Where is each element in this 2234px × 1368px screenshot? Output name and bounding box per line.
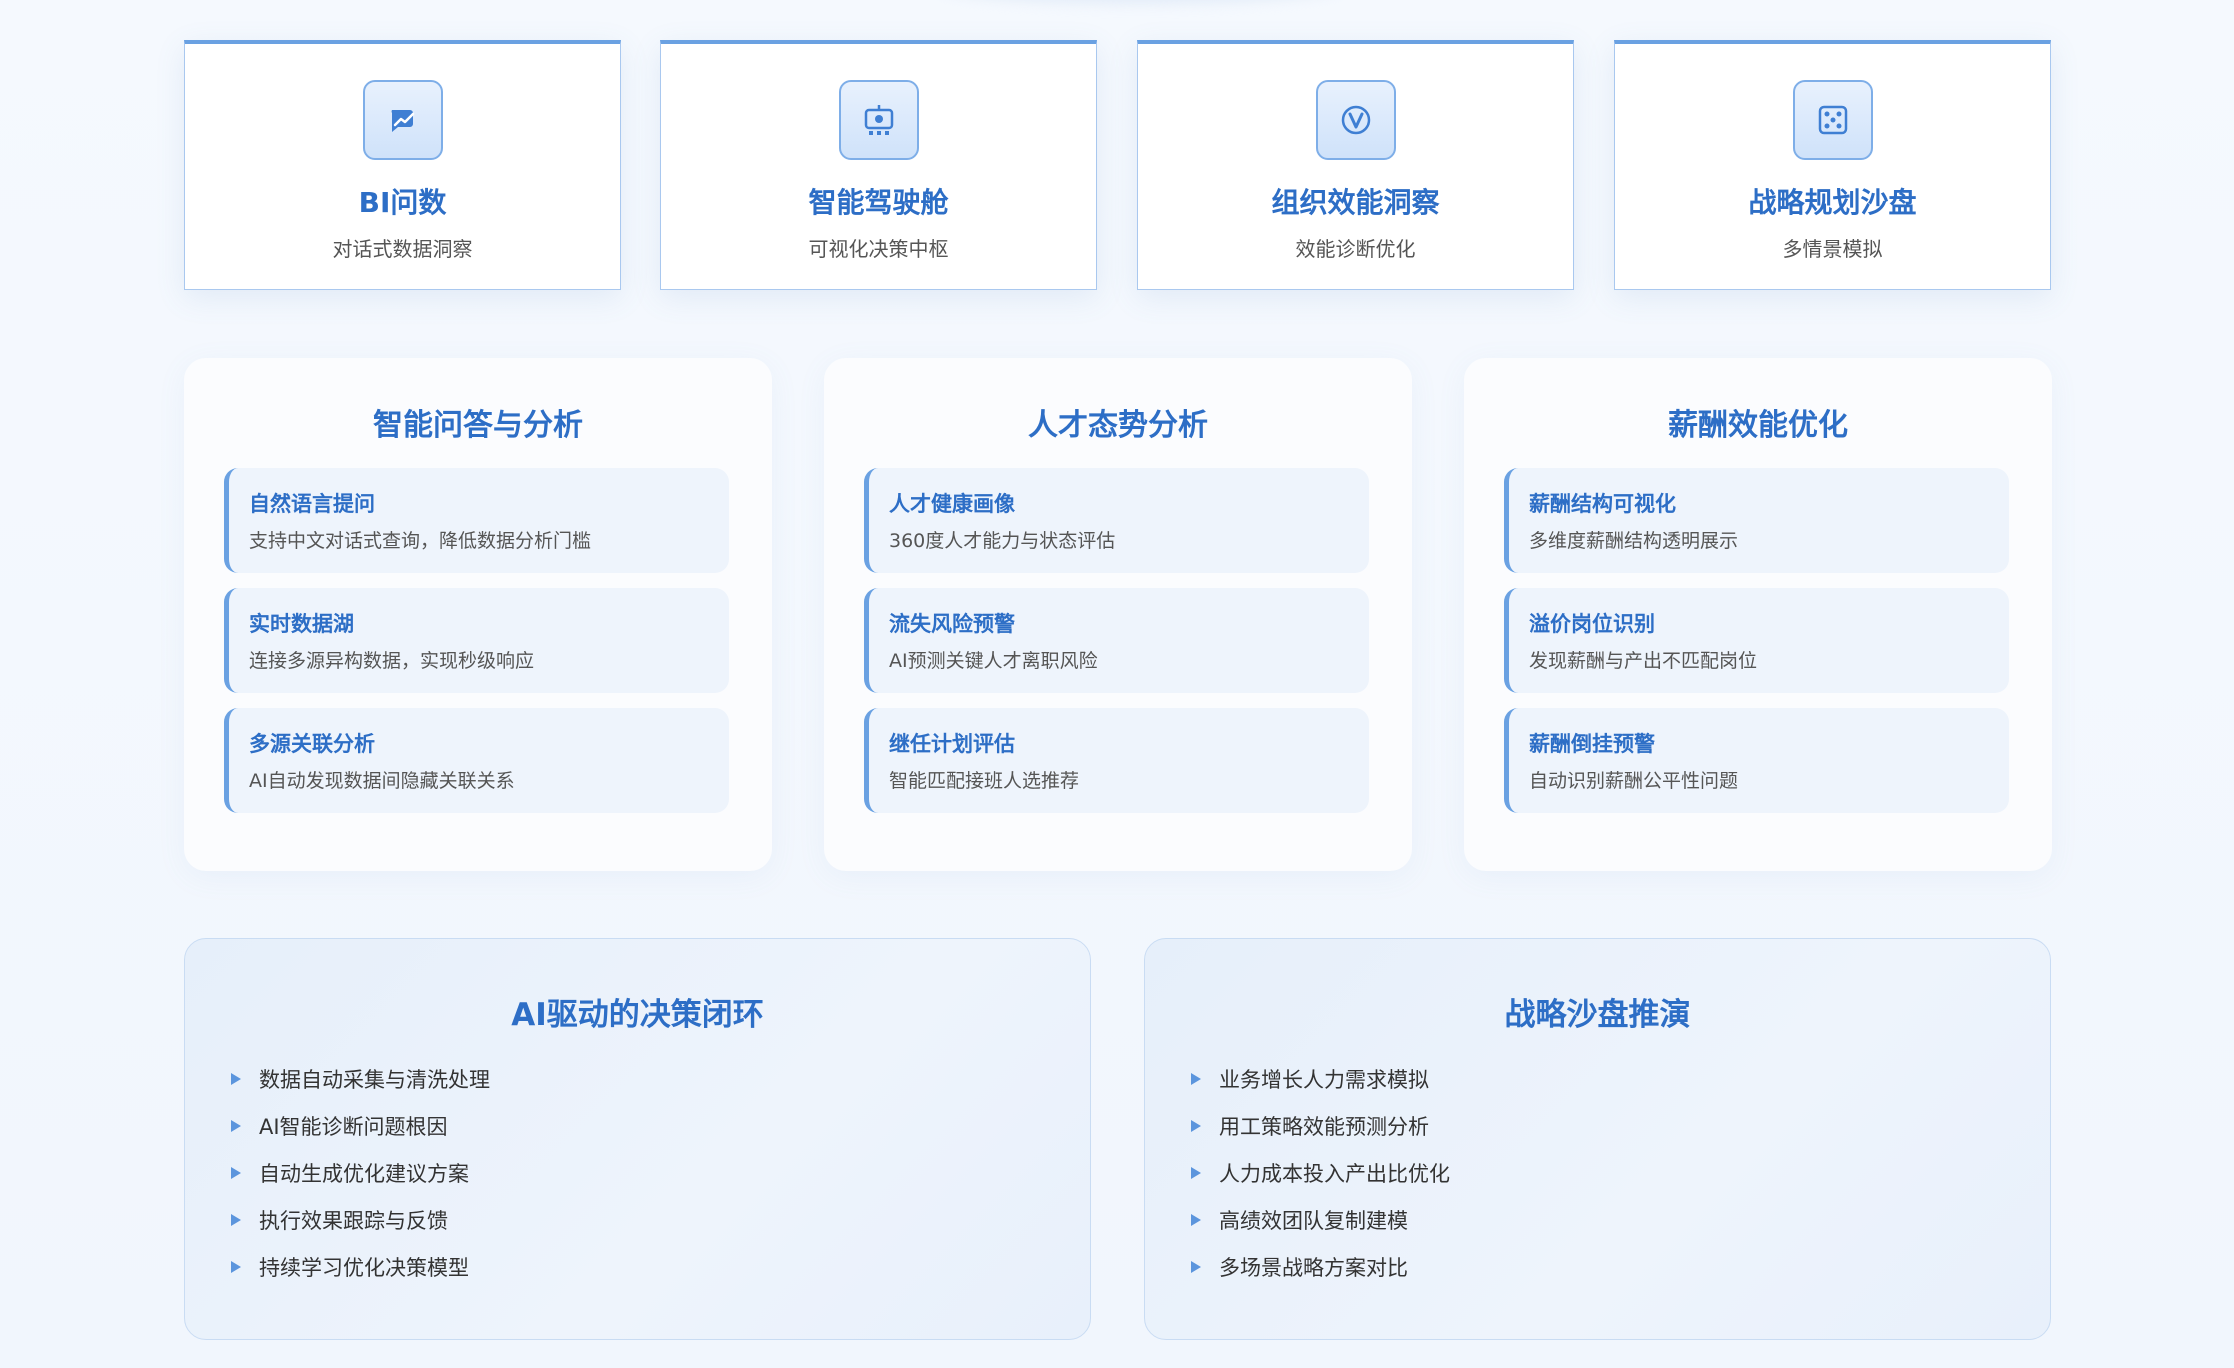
list-item-text: 多场景战略方案对比 [1219,1255,1408,1280]
panel-item-title: 继任计划评估 [889,732,1015,756]
panel-item-title: 薪酬倒挂预警 [1529,732,1655,756]
chart-bubble-icon [362,80,443,160]
triangle-bullet-icon [231,1119,241,1132]
panel-item-desc: 360度人才能力与状态评估 [889,530,1116,552]
panel-item[interactable]: 溢价岗位识别 发现薪酬与产出不匹配岗位 [1504,588,2009,693]
panel-item-title: 溢价岗位识别 [1529,612,1655,636]
feature-card-strategy[interactable]: 战略规划沙盘 多情景模拟 [1614,40,2051,290]
triangle-bullet-icon [231,1166,241,1179]
feature-subtitle: 效能诊断优化 [1295,237,1416,261]
triangle-bullet-icon [231,1072,241,1085]
decorative-glow [940,0,1340,4]
list-item-text: 自动生成优化建议方案 [259,1161,469,1186]
box-title: AI驱动的决策闭环 [511,997,764,1033]
panel-item[interactable]: 自然语言提问 支持中文对话式查询，降低数据分析门槛 [224,468,729,573]
feature-title: 组织效能洞察 [1271,186,1440,219]
panel-qa-analysis: 智能问答与分析 自然语言提问 支持中文对话式查询，降低数据分析门槛 实时数据湖 … [184,358,772,871]
feature-subtitle: 可视化决策中枢 [808,237,949,261]
list-item: 业务增长人力需求模拟 [1191,1055,1450,1102]
list-item: 高绩效团队复制建模 [1191,1196,1450,1243]
page: BI问数 对话式数据洞察 智能驾驶舱 可视化决策中枢 组织效能洞察 效能诊断优化 [0,0,2234,1368]
triangle-bullet-icon [231,1260,241,1273]
box-strategy-sandbox: 战略沙盘推演 业务增长人力需求模拟 用工策略效能预测分析 人力成本投入产出比优化… [1144,938,2051,1340]
list-item-text: 高绩效团队复制建模 [1219,1208,1408,1233]
v-circle-icon [1315,80,1396,160]
triangle-bullet-icon [1191,1166,1201,1179]
panel-item[interactable]: 薪酬倒挂预警 自动识别薪酬公平性问题 [1504,708,2009,813]
feature-card-cockpit[interactable]: 智能驾驶舱 可视化决策中枢 [660,40,1097,290]
panel-title: 智能问答与分析 [373,408,583,443]
panel-item-desc: 支持中文对话式查询，降低数据分析门槛 [249,530,592,552]
feature-title: 战略规划沙盘 [1748,186,1917,219]
list-item: 人力成本投入产出比优化 [1191,1149,1450,1196]
list-item: AI智能诊断问题根因 [231,1102,490,1149]
panel-item-desc: 多维度薪酬结构透明展示 [1529,530,1739,552]
bullet-list: 数据自动采集与清洗处理 AI智能诊断问题根因 自动生成优化建议方案 执行效果跟踪… [231,1055,490,1290]
panel-title: 薪酬效能优化 [1668,408,1848,443]
panel-item[interactable]: 实时数据湖 连接多源异构数据，实现秒级响应 [224,588,729,693]
panel-item-desc: AI预测关键人才离职风险 [889,650,1098,672]
list-item: 执行效果跟踪与反馈 [231,1196,490,1243]
bullet-list: 业务增长人力需求模拟 用工策略效能预测分析 人力成本投入产出比优化 高绩效团队复… [1191,1055,1450,1290]
list-item-text: 人力成本投入产出比优化 [1219,1161,1450,1186]
feature-card-bi[interactable]: BI问数 对话式数据洞察 [184,40,621,290]
list-item-text: 用工策略效能预测分析 [1219,1114,1429,1139]
panel-item-desc: 自动识别薪酬公平性问题 [1529,770,1739,792]
panel-item-title: 人才健康画像 [889,492,1015,516]
panel-item-title: 薪酬结构可视化 [1529,492,1676,516]
panel-item-desc: AI自动发现数据间隐藏关联关系 [249,770,515,792]
panel-item-desc: 发现薪酬与产出不匹配岗位 [1529,650,1758,672]
list-item: 持续学习优化决策模型 [231,1243,490,1290]
panel-item[interactable]: 多源关联分析 AI自动发现数据间隐藏关联关系 [224,708,729,813]
list-item-text: AI智能诊断问题根因 [259,1114,448,1139]
triangle-bullet-icon [1191,1213,1201,1226]
list-item-text: 执行效果跟踪与反馈 [259,1208,448,1233]
panel-item-desc: 智能匹配接班人选推荐 [889,770,1080,792]
triangle-bullet-icon [1191,1260,1201,1273]
panel-item-title: 实时数据湖 [249,612,354,636]
dashboard-screen-icon [838,80,919,160]
panel-compensation: 薪酬效能优化 薪酬结构可视化 多维度薪酬结构透明展示 溢价岗位识别 发现薪酬与产… [1464,358,2052,871]
panel-item[interactable]: 继任计划评估 智能匹配接班人选推荐 [864,708,1369,813]
box-ai-decision-loop: AI驱动的决策闭环 数据自动采集与清洗处理 AI智能诊断问题根因 自动生成优化建… [184,938,1091,1340]
panel-talent: 人才态势分析 人才健康画像 360度人才能力与状态评估 流失风险预警 AI预测关… [824,358,1412,871]
list-item: 自动生成优化建议方案 [231,1149,490,1196]
panel-item-title: 自然语言提问 [249,492,375,516]
feature-title: BI问数 [358,186,447,219]
feature-card-org[interactable]: 组织效能洞察 效能诊断优化 [1137,40,1574,290]
list-item-text: 持续学习优化决策模型 [259,1255,469,1280]
feature-title: 智能驾驶舱 [808,186,949,219]
panel-item[interactable]: 流失风险预警 AI预测关键人才离职风险 [864,588,1369,693]
feature-subtitle: 多情景模拟 [1782,237,1883,261]
panel-item-title: 多源关联分析 [249,732,375,756]
triangle-bullet-icon [1191,1119,1201,1132]
feature-subtitle: 对话式数据洞察 [332,237,473,261]
panel-item[interactable]: 人才健康画像 360度人才能力与状态评估 [864,468,1369,573]
box-title: 战略沙盘推演 [1504,997,1691,1033]
triangle-bullet-icon [231,1213,241,1226]
list-item-text: 业务增长人力需求模拟 [1219,1067,1429,1092]
triangle-bullet-icon [1191,1072,1201,1085]
panel-item[interactable]: 薪酬结构可视化 多维度薪酬结构透明展示 [1504,468,2009,573]
panel-item-title: 流失风险预警 [889,612,1015,636]
panel-item-desc: 连接多源异构数据，实现秒级响应 [249,650,535,672]
list-item-text: 数据自动采集与清洗处理 [259,1067,490,1092]
dice-grid-icon [1792,80,1873,160]
list-item: 数据自动采集与清洗处理 [231,1055,490,1102]
list-item: 用工策略效能预测分析 [1191,1102,1450,1149]
list-item: 多场景战略方案对比 [1191,1243,1450,1290]
panel-title: 人才态势分析 [1028,408,1208,443]
